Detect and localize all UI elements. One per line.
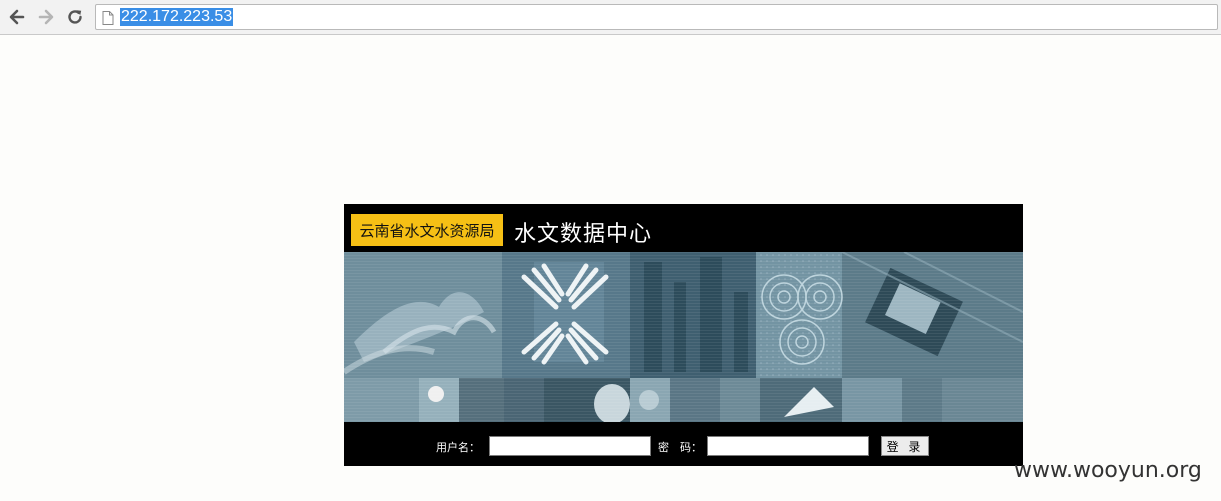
arrow-left-icon: [9, 9, 25, 25]
collage-graphic: [344, 252, 1023, 422]
page-icon: [102, 11, 114, 25]
arrow-right-icon: [38, 9, 54, 25]
forward-button[interactable]: [35, 6, 57, 28]
address-bar[interactable]: 222.172.223.53: [95, 4, 1218, 30]
browser-toolbar: 222.172.223.53: [0, 0, 1221, 35]
watermark-text: www.wooyun.org: [1014, 458, 1202, 483]
banner-collage-image: [344, 252, 1023, 422]
password-label: 密 码：: [658, 441, 702, 454]
url-text[interactable]: 222.172.223.53: [120, 8, 234, 26]
org-name: 云南省水文水资源局: [359, 221, 495, 240]
username-label: 用户名：: [436, 441, 480, 454]
login-button[interactable]: 登 录: [881, 436, 929, 456]
username-input[interactable]: [489, 436, 651, 456]
login-form: 用户名： 密 码： 登 录: [344, 422, 1023, 466]
reload-icon: [68, 10, 82, 24]
org-badge: 云南省水文水资源局: [351, 214, 503, 246]
login-panel: 云南省水文水资源局 水文数据中心 用户名： 密 码： 登 录: [344, 204, 1023, 466]
password-input[interactable]: [707, 436, 869, 456]
panel-header: 云南省水文水资源局 水文数据中心: [344, 204, 1023, 252]
reload-button[interactable]: [64, 6, 86, 28]
site-title: 水文数据中心: [514, 222, 653, 247]
back-button[interactable]: [6, 6, 28, 28]
